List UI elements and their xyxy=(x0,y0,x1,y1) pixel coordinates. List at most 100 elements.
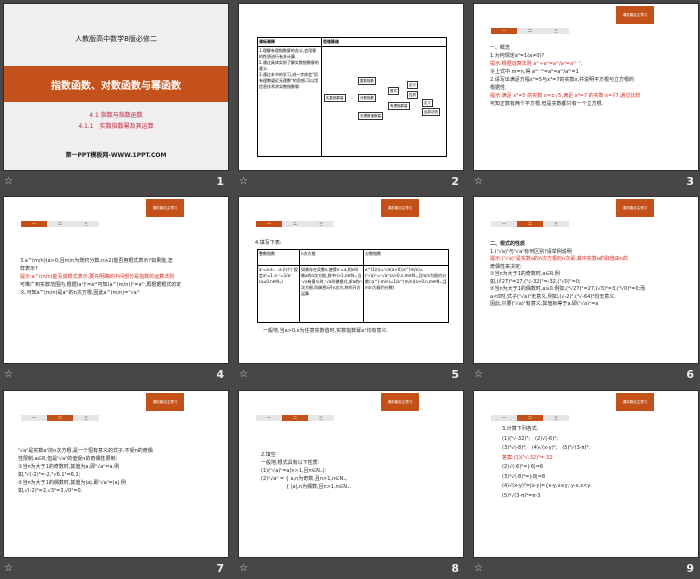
section-title: 4.1 指数与指数函数 xyxy=(89,112,143,119)
slide-thumbnail-4[interactable]: 课前篇自主预习 一二三 3.a^(m/n)(a>0,且m/n为既约分数,n≥2)… xyxy=(0,193,230,385)
tab-3[interactable]: 三 xyxy=(73,221,99,227)
table-cell: 如果存在实数x,使得xⁿ=a,则x叫做a的n次方根,其中n>1,n∈N₊;当ⁿ√… xyxy=(299,264,364,324)
slide-number: 5 xyxy=(451,368,459,381)
goals-cell: 1.理解有理指数幂的含义,会用幂的性质进行有关计算. 2.通过具体实例了解实数指… xyxy=(257,46,322,157)
text-line: (1)(⁵√-32)⁵; (2)√(-6)²; xyxy=(502,435,558,442)
text-line: 2.请写出满足方程x²=5与x³=7的实数x,并说明平方根与立方根的 xyxy=(490,77,634,83)
slide-thumbnail-2[interactable]: 课标阐释 思维脉络 1.理解有理指数幂的含义,会用幂的性质进行有关计算. 2.通过… xyxy=(235,0,465,192)
text-line: 3.计算下列各式: xyxy=(502,426,539,432)
tab-2[interactable]: 二 xyxy=(282,221,308,227)
star-icon[interactable]: ☆ xyxy=(239,176,248,187)
text-line: ①当n为大于1的奇数时,其值为a,即ⁿ√aⁿ=a.例 xyxy=(18,464,120,470)
text-line: 一、概念 xyxy=(490,45,511,51)
slide-2-canvas: 课标阐释 思维脉络 1.理解有理指数幂的含义,会用幂的性质进行有关计算. 2.通过… xyxy=(238,3,464,171)
star-icon[interactable]: ☆ xyxy=(4,176,13,187)
tab-3[interactable]: 三 xyxy=(73,415,99,421)
text-line: 3.a^(m/n)(a>0,且m/n为既约分数,n≥2)能否用根式表示?如果能,… xyxy=(20,258,173,264)
mindmap-node: 无理数指数幂 xyxy=(358,112,383,120)
mindmap-node: 整数指数 xyxy=(358,77,376,85)
tab-3[interactable]: 三 xyxy=(308,221,334,227)
section-badge: 课前篇自主预习 xyxy=(146,199,184,217)
mindmap-node: 有理指数幂 xyxy=(388,102,410,110)
slide-thumbnail-9[interactable]: 课前篇自主预习 一二三 3.计算下列各式: (1)(⁵√-32)⁵; (2)√(… xyxy=(470,387,700,579)
text-line: 令上式中 m=n,得 aᵐ⁻ᵐ=a⁰=aᵐ/aᵐ=1 xyxy=(490,69,579,75)
table-header: 分数指数 xyxy=(363,249,449,266)
section-tabs: 一二三 xyxy=(21,415,99,421)
slide-body: 2.填空 一般地,根式具有以下性质: (1)(ⁿ√a)ⁿ=a(n>1,且n∈N₊… xyxy=(261,451,449,491)
table-cell: a^(1/n)=ⁿ√a(a>0);a^(m/n)=(ⁿ√a)ᵐ=ⁿ√aᵐ(a>0… xyxy=(363,264,449,324)
star-icon[interactable]: ☆ xyxy=(239,563,248,574)
answer-line: 答案:(1)(⁵√-32)⁵=-32 xyxy=(502,454,553,461)
website-text: 第一PPT模板网-WWW.1PPT.COM xyxy=(65,152,167,159)
tab-2[interactable]: 二 xyxy=(517,28,543,34)
text-line: 可推广到实数范围内,根据(aˢ)ᵗ=aˢᵗ可知(a^(m/n))ⁿ=aᵐ,再根据… xyxy=(20,282,182,288)
text-line: 如,√(-2)²=2,√3²=3,√0²=0. xyxy=(18,488,83,494)
tab-1[interactable]: 一 xyxy=(21,221,47,227)
table-header: 整数指数 xyxy=(257,249,300,266)
slide-body: ⁿ√aⁿ是实数aⁿ的n次方根,是一个恒有意义的式子,不受n的奇偶 性限制,a∈R… xyxy=(18,447,214,495)
tab-1[interactable]: 一 xyxy=(491,415,517,421)
text-line: ②当n为大于1的偶数时,a≥0.例如,(⁴√27)⁴=27,(√3)²=3,(⁴… xyxy=(490,286,646,292)
slide-number: 9 xyxy=(686,562,694,575)
star-icon[interactable]: ☆ xyxy=(4,369,13,380)
text-line: a<0时,式子(ⁿ√a)ⁿ无意义,例如,(√-2)²,(⁴√-64)⁴均无意义. xyxy=(490,293,616,300)
mindmap-node: 实数指数幂 xyxy=(324,94,346,102)
tab-1[interactable]: 一 xyxy=(491,221,517,227)
table-header: 思维脉络 xyxy=(321,37,447,47)
slide-thumbnail-6[interactable]: 课前篇自主预习 一二三 二、根式的性质 1.(ⁿ√a)ⁿ与ⁿ√aⁿ有何区别?请举… xyxy=(470,193,700,385)
slide-footer: ☆ 3 xyxy=(470,172,700,192)
star-icon[interactable]: ☆ xyxy=(474,176,483,187)
slide-number: 6 xyxy=(686,368,694,381)
slide-body: 二、根式的性质 1.(ⁿ√a)ⁿ与ⁿ√aⁿ有何区别?请举例说明 提示:(ⁿ√a)… xyxy=(490,241,684,309)
tab-3[interactable]: 三 xyxy=(543,415,569,421)
section-tabs: 一二三 xyxy=(256,415,334,421)
tab-3[interactable]: 三 xyxy=(543,28,569,34)
goal-text: 2.通过具体实例了解实数指数幂的意义. xyxy=(259,60,319,71)
hint-line: 提示:满足 x²=5 的实数 x=±√5,满足 x³=7 的实数 x=∛7,通过… xyxy=(490,93,641,99)
slide-thumbnail-8[interactable]: 课前篇自主预习 一二三 2.填空 一般地,根式具有以下性质: (1)(ⁿ√a)ⁿ… xyxy=(235,387,465,579)
tab-1[interactable]: 一 xyxy=(491,28,517,34)
tab-3[interactable]: 三 xyxy=(308,415,334,421)
tab-1[interactable]: 一 xyxy=(256,415,282,421)
hint-line: 提示:根据运算法则 aᵐ÷aⁿ=aᵐ/aⁿ=aᵐ⁻ⁿ, xyxy=(490,61,583,67)
section-tabs: 一二三 xyxy=(491,415,569,421)
mindmap-node: 分数指数 xyxy=(358,94,376,102)
tab-2[interactable]: 二 xyxy=(517,415,543,421)
slide-7-canvas: 课前篇自主预习 一二三 ⁿ√aⁿ是实数aⁿ的n次方根,是一个恒有意义的式子,不受… xyxy=(3,390,229,558)
text-line: (2)ⁿ√aⁿ = { a,n为奇数,且n>1,n∈N₊, xyxy=(261,476,348,482)
slide-body: 一、概念 1.为何规定a⁰=1(a≠0)? 提示:根据运算法则 aᵐ÷aⁿ=aᵐ… xyxy=(490,44,684,108)
tab-3[interactable]: 三 xyxy=(543,221,569,227)
tab-1[interactable]: 一 xyxy=(256,221,282,227)
text-line: (3)⁴√(-8)⁴; (4)√(x-y)²; (5)⁶√(3-π)⁶. xyxy=(502,445,591,451)
tab-2[interactable]: 二 xyxy=(47,415,73,421)
slide-thumbnail-5[interactable]: 课前篇自主预习 一二三 4.填写下表: 整数指数 n次方根 分数指数 aⁿ=a·a·… xyxy=(235,193,465,385)
section-badge: 课前篇自主预习 xyxy=(616,393,654,411)
slide-thumbnail-7[interactable]: 课前篇自主预习 一二三 ⁿ√aⁿ是实数aⁿ的n次方根,是一个恒有意义的式子,不受… xyxy=(0,387,230,579)
star-icon[interactable]: ☆ xyxy=(474,563,483,574)
slide-thumbnail-1[interactable]: 人教版高中数学B版必修二 指数函数、对数函数与幂函数 4.1 指数与指数函数 4… xyxy=(0,0,230,192)
section-tabs: 一二三 xyxy=(21,221,99,227)
mindmap-node: 性质 xyxy=(407,91,418,99)
tab-2[interactable]: 二 xyxy=(282,415,308,421)
star-icon[interactable]: ☆ xyxy=(239,369,248,380)
text-line: (4)√(x-y)²=|x-y|={x-y,x≥y; y-x,x<y. xyxy=(502,483,592,489)
text-line: 2.填空 xyxy=(261,452,276,458)
star-icon[interactable]: ☆ xyxy=(4,563,13,574)
table-cell: aⁿ=a·a·…·a (n个) 规定a⁰=1 a⁻ⁿ=1/aⁿ (a≠0,n∈N… xyxy=(257,264,300,324)
section-badge: 课前篇自主预习 xyxy=(146,393,184,411)
slide-number: 7 xyxy=(216,562,224,575)
slide-8-canvas: 课前篇自主预习 一二三 2.填空 一般地,根式具有以下性质: (1)(ⁿ√a)ⁿ… xyxy=(238,390,464,558)
text-line: (1)(ⁿ√a)ⁿ=a(n>1,且n∈N₊); xyxy=(261,468,327,474)
slide-footer: ☆ 7 xyxy=(0,559,230,579)
tab-2[interactable]: 二 xyxy=(47,221,73,227)
star-icon[interactable]: ☆ xyxy=(474,369,483,380)
slide-number: 1 xyxy=(216,175,224,188)
section-badge: 课前篇自主预习 xyxy=(381,393,419,411)
section-badge: 课前篇自主预习 xyxy=(616,6,654,24)
tab-1[interactable]: 一 xyxy=(21,415,47,421)
text-line: 如,(∛27)³=27,(⁵√-32)⁵=-32,(⁷√0)⁷=0; xyxy=(490,278,581,285)
text-line: 1.(ⁿ√a)ⁿ与ⁿ√aⁿ有何区别?请举例说明 xyxy=(490,248,572,255)
tab-2[interactable]: 二 xyxy=(517,221,543,227)
slide-thumbnail-3[interactable]: 课前篇自主预习 一二三 一、概念 1.为何规定a⁰=1(a≠0)? 提示:根据运… xyxy=(470,0,700,192)
mindmap-node: 定义 xyxy=(422,99,433,107)
